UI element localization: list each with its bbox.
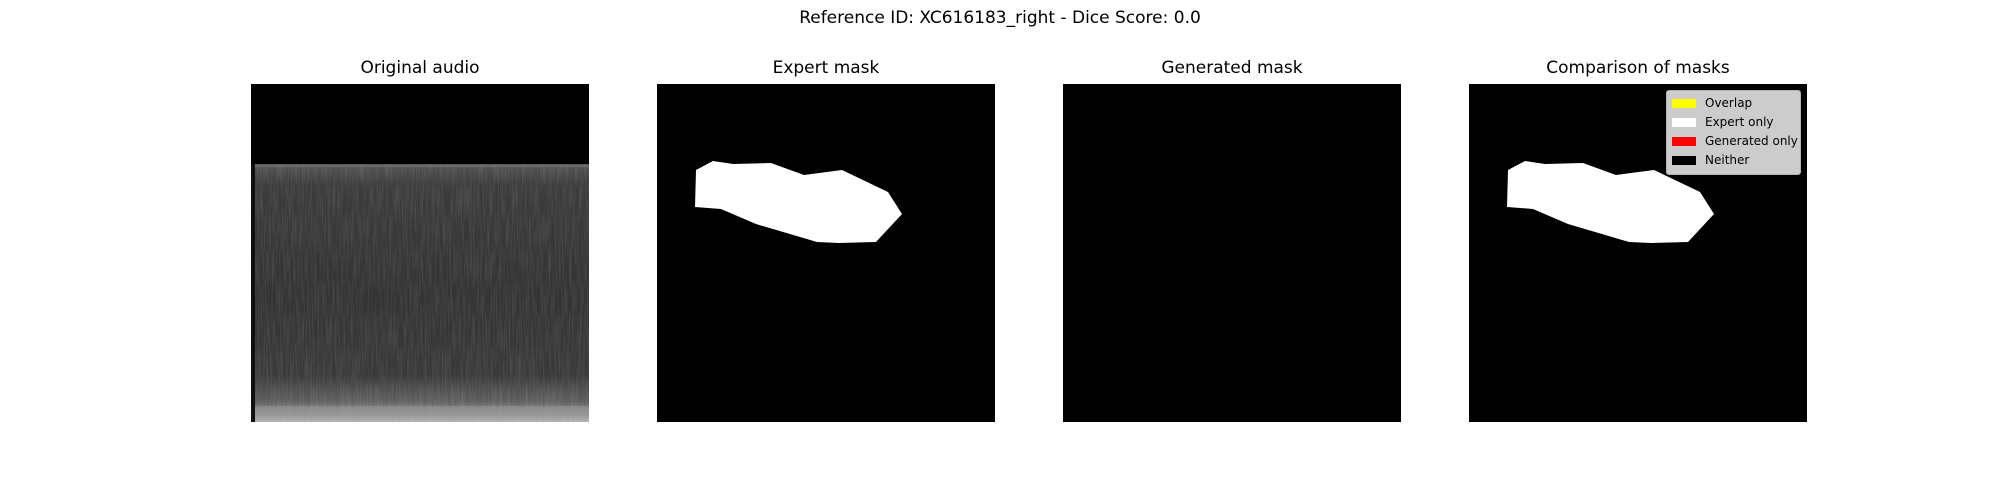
legend-item: Overlap xyxy=(1672,94,1794,113)
panel-title-original-audio: Original audio xyxy=(360,58,480,78)
generated-mask-image xyxy=(1063,84,1401,422)
legend-label: Generated only xyxy=(1705,134,1798,148)
panel-title-expert-mask: Expert mask xyxy=(772,58,880,78)
legend-swatch-expert-only xyxy=(1672,118,1696,127)
figure-title: Reference ID: XC616183_right - Dice Scor… xyxy=(799,8,1201,28)
panel-expert-mask: Expert mask xyxy=(657,56,995,422)
panel-comparison: Comparison of masks Overlap Expert only … xyxy=(1469,56,1807,422)
panel-title-comparison: Comparison of masks xyxy=(1546,58,1730,78)
legend: Overlap Expert only Generated only Neith… xyxy=(1666,90,1801,175)
comparison-image: Overlap Expert only Generated only Neith… xyxy=(1469,84,1807,422)
spectrogram-image xyxy=(251,84,589,422)
legend-swatch-neither xyxy=(1672,156,1696,165)
panel-original-audio: Original audio xyxy=(251,56,589,422)
panel-title-generated-mask: Generated mask xyxy=(1161,58,1303,78)
legend-item: Generated only xyxy=(1672,132,1798,151)
legend-item: Expert only xyxy=(1672,113,1794,132)
legend-item: Neither xyxy=(1672,151,1794,170)
legend-label: Neither xyxy=(1705,153,1750,167)
expert-mask-image xyxy=(657,84,995,422)
legend-label: Overlap xyxy=(1705,96,1753,110)
legend-swatch-overlap xyxy=(1672,99,1696,108)
spectrogram-graphic xyxy=(251,84,589,422)
expert-mask-graphic xyxy=(657,84,995,422)
panel-generated-mask: Generated mask xyxy=(1063,56,1401,422)
legend-label: Expert only xyxy=(1705,115,1774,129)
legend-swatch-generated-only xyxy=(1672,137,1696,146)
